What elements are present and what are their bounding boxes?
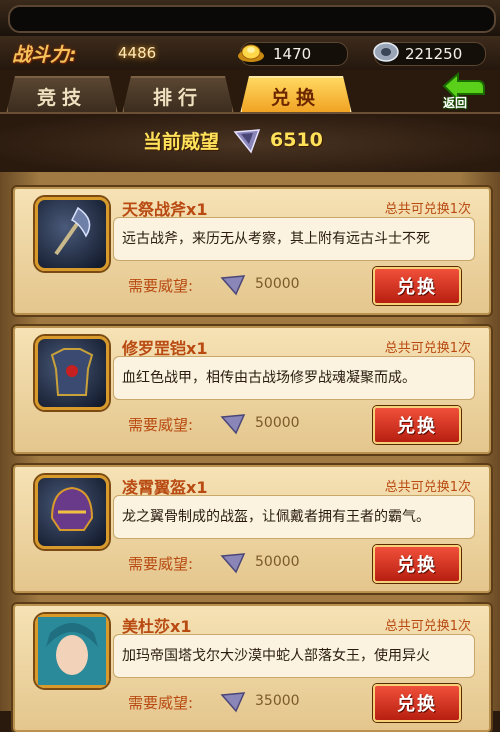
reputation-label: 当前威望 <box>143 131 220 153</box>
tab-arena[interactable]: 竞技 <box>6 76 118 114</box>
top-banner <box>0 0 500 36</box>
gold-ingot-icon <box>238 44 264 62</box>
item-description-box: 龙之翼骨制成的战盔，让佩戴者拥有王者的霸气。 <box>113 495 475 539</box>
gold-value: 1470 <box>273 45 312 63</box>
cost-label: 需要威望: <box>128 416 194 434</box>
cost-value: 35000 <box>255 693 300 709</box>
item-limit: 总共可兑换1次 <box>384 619 471 634</box>
exchange-item-card: 美杜莎x1 总共可兑换1次 加玛帝国塔戈尔大沙漠中蛇人部落女王，使用异火 需要威… <box>13 604 491 732</box>
item-description: 龙之翼骨制成的战盔，让佩戴者拥有王者的霸气。 <box>122 509 430 525</box>
exchange-item-card: 修罗罡铠x1 总共可兑换1次 血红色战甲，相传由古战场修罗战魂凝聚而成。 需要威… <box>13 326 491 454</box>
item-limit: 总共可兑换1次 <box>384 341 471 356</box>
medusa-character-icon <box>38 617 106 685</box>
reputation-gem-icon <box>233 129 261 154</box>
tab-ranking[interactable]: 排行 <box>122 76 234 114</box>
armor-portrait <box>35 336 109 410</box>
helmet-portrait <box>35 475 109 549</box>
cost-label: 需要威望: <box>128 555 194 573</box>
exchange-button[interactable]: 兑换 <box>373 684 461 722</box>
item-description: 加玛帝国塔戈尔大沙漠中蛇人部落女王，使用异火 <box>122 648 430 664</box>
cost-label: 需要威望: <box>128 277 194 295</box>
battle-axe-icon <box>54 206 91 256</box>
top-slot <box>8 5 496 33</box>
cost-value: 50000 <box>255 554 300 570</box>
gem-value: 221250 <box>405 45 463 63</box>
reputation-gem-icon <box>220 692 246 713</box>
item-limit: 总共可兑换1次 <box>384 202 471 217</box>
tab-exchange[interactable]: 兑换 <box>240 76 352 114</box>
battle-axe-portrait <box>35 197 109 271</box>
item-description: 远古战斧，来历无从考察，其上附有远古斗士不死 <box>122 231 430 247</box>
item-limit: 总共可兑换1次 <box>384 480 471 495</box>
cost-label: 需要威望: <box>128 694 194 712</box>
armor-icon <box>50 348 94 396</box>
exchange-list[interactable]: 天祭战斧x1 总共可兑换1次 远古战斧，来历无从考察，其上附有远古斗士不死 需要… <box>0 172 500 732</box>
medusa-portrait <box>35 614 109 688</box>
tab-bar: 竞技 排行 兑换 <box>0 70 500 114</box>
exchange-item-card: 凌霄翼盔x1 总共可兑换1次 龙之翼骨制成的战盔，让佩戴者拥有王者的霸气。 需要… <box>13 465 491 593</box>
cost-value: 50000 <box>255 415 300 431</box>
power-value: 4486 <box>118 44 157 62</box>
reputation-value: 6510 <box>270 129 323 151</box>
cost-value: 50000 <box>255 276 300 292</box>
reputation-gem-icon <box>220 414 246 435</box>
item-description-box: 加玛帝国塔戈尔大沙漠中蛇人部落女王，使用异火 <box>113 634 475 678</box>
item-description-box: 血红色战甲，相传由古战场修罗战魂凝聚而成。 <box>113 356 475 400</box>
item-description-box: 远古战斧，来历无从考察，其上附有远古斗士不死 <box>113 217 475 261</box>
reputation-gem-icon <box>220 275 246 296</box>
exchange-item-card: 天祭战斧x1 总共可兑换1次 远古战斧，来历无从考察，其上附有远古斗士不死 需要… <box>13 187 491 315</box>
exchange-button[interactable]: 兑换 <box>373 406 461 444</box>
silver-coin-icon <box>373 42 399 62</box>
exchange-button[interactable]: 兑换 <box>373 545 461 583</box>
power-label: 战斗力: <box>12 44 77 66</box>
back-button-label[interactable]: 返回 <box>443 94 467 111</box>
reputation-gem-icon <box>220 553 246 574</box>
helmet-icon <box>50 486 94 531</box>
exchange-button[interactable]: 兑换 <box>373 267 461 305</box>
item-description: 血红色战甲，相传由古战场修罗战魂凝聚而成。 <box>122 370 416 386</box>
